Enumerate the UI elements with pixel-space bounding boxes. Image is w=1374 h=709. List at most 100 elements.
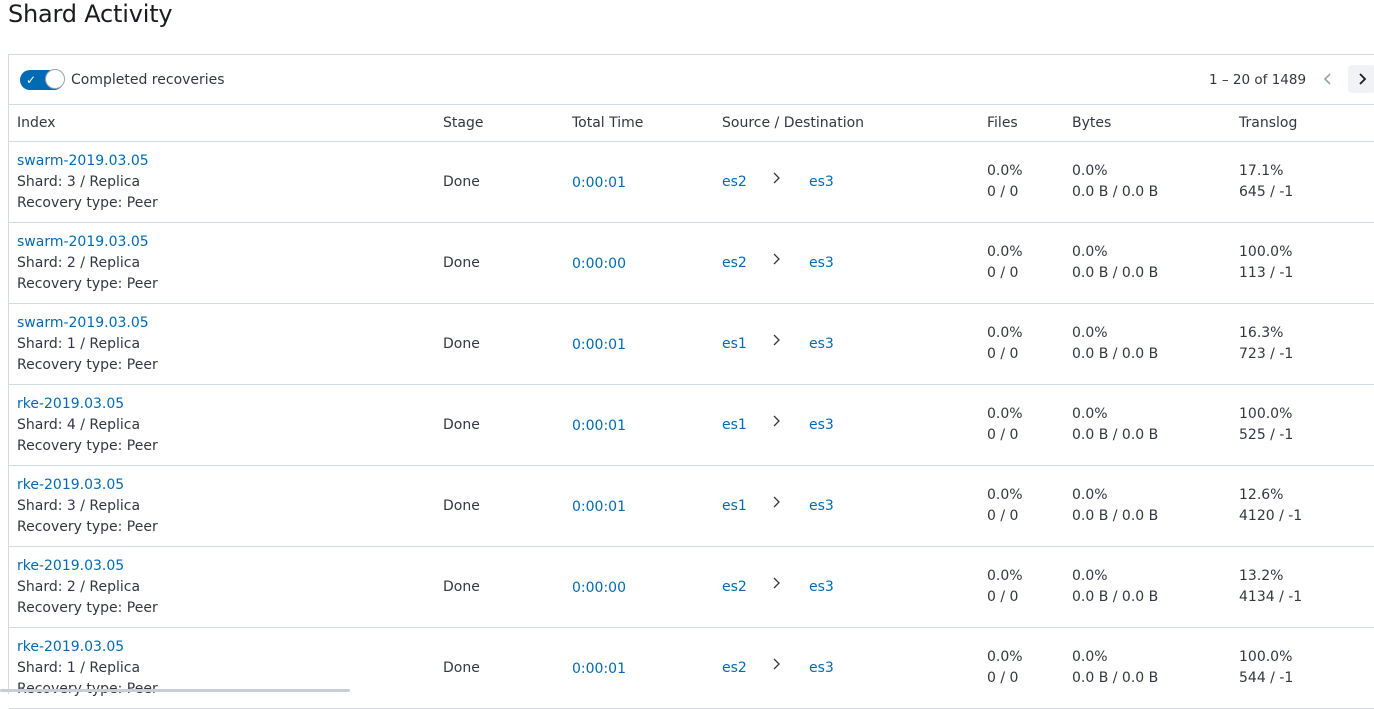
files-percent: 0.0%: [987, 649, 1023, 665]
shard-info: Shard: 1 / Replica: [17, 660, 141, 676]
translog-ops: 525 / -1: [1239, 427, 1294, 443]
bytes-size: 0.0 B / 0.0 B: [1072, 589, 1159, 605]
table-row: swarm-2019.03.05 Shard: 2 / Replica Reco…: [9, 223, 1374, 304]
arrow-right-icon: [772, 170, 782, 193]
translog-percent: 100.0%: [1239, 406, 1293, 422]
files-percent: 0.0%: [987, 487, 1023, 503]
table-row: swarm-2019.03.05 Shard: 3 / Replica Reco…: [9, 142, 1374, 223]
shard-info: Shard: 2 / Replica: [17, 255, 141, 271]
translog-ops: 723 / -1: [1239, 346, 1294, 362]
arrow-right-icon: [772, 656, 782, 679]
destination-node-link[interactable]: es3: [809, 577, 834, 598]
recovery-type: Recovery type: Peer: [17, 519, 158, 535]
files-cell: 0.0% 0 / 0: [987, 404, 1023, 446]
pagination-count: 1 – 20 of 1489: [1209, 72, 1307, 88]
index-link[interactable]: rke-2019.03.05: [17, 394, 158, 415]
column-header-source-destination[interactable]: Source / Destination: [722, 114, 864, 132]
index-link[interactable]: rke-2019.03.05: [17, 475, 158, 496]
total-time-link[interactable]: 0:00:01: [572, 173, 626, 194]
column-header-translog[interactable]: Translog: [1239, 114, 1297, 132]
index-link[interactable]: swarm-2019.03.05: [17, 151, 158, 172]
destination-node-link[interactable]: es3: [809, 415, 834, 436]
destination-node-link[interactable]: es3: [809, 172, 834, 193]
column-header-files[interactable]: Files: [987, 114, 1018, 132]
bytes-percent: 0.0%: [1072, 487, 1108, 503]
bytes-size: 0.0 B / 0.0 B: [1072, 184, 1159, 200]
column-header-index[interactable]: Index: [17, 114, 56, 132]
shard-info: Shard: 3 / Replica: [17, 174, 141, 190]
translog-ops: 544 / -1: [1239, 670, 1294, 686]
files-percent: 0.0%: [987, 406, 1023, 422]
next-page-button[interactable]: [1348, 65, 1374, 93]
arrow-right-icon: [772, 332, 782, 355]
translog-cell: 16.3% 723 / -1: [1239, 323, 1293, 365]
bytes-percent: 0.0%: [1072, 406, 1108, 422]
translog-percent: 16.3%: [1239, 325, 1284, 341]
source-node-link[interactable]: es1: [722, 496, 747, 517]
previous-page-button[interactable]: [1314, 65, 1342, 93]
translog-percent: 100.0%: [1239, 244, 1293, 260]
destination-node-link[interactable]: es3: [809, 658, 834, 679]
source-node-link[interactable]: es2: [722, 577, 747, 598]
files-count: 0 / 0: [987, 427, 1019, 443]
index-cell: rke-2019.03.05 Shard: 2 / Replica Recove…: [17, 556, 158, 619]
index-cell: swarm-2019.03.05 Shard: 3 / Replica Reco…: [17, 151, 158, 214]
total-time-link[interactable]: 0:00:00: [572, 254, 626, 275]
bytes-cell: 0.0% 0.0 B / 0.0 B: [1072, 566, 1158, 608]
total-time-link[interactable]: 0:00:00: [572, 578, 626, 599]
column-header-bytes[interactable]: Bytes: [1072, 114, 1111, 132]
switch-label[interactable]: Completed recoveries: [71, 71, 225, 89]
source-node-link[interactable]: es1: [722, 334, 747, 355]
total-time-link[interactable]: 0:00:01: [572, 335, 626, 356]
chevron-right-icon: [1359, 73, 1367, 85]
files-count: 0 / 0: [987, 670, 1019, 686]
source-node-link[interactable]: es2: [722, 253, 747, 274]
check-icon: ✓: [26, 73, 37, 87]
source-node-link[interactable]: es2: [722, 172, 747, 193]
translog-percent: 12.6%: [1239, 487, 1284, 503]
total-time-link[interactable]: 0:00:01: [572, 497, 626, 518]
bytes-percent: 0.0%: [1072, 649, 1108, 665]
files-count: 0 / 0: [987, 346, 1019, 362]
files-cell: 0.0% 0 / 0: [987, 161, 1023, 203]
table-row: rke-2019.03.05 Shard: 4 / Replica Recove…: [9, 385, 1374, 466]
translog-ops: 645 / -1: [1239, 184, 1294, 200]
destination-node-link[interactable]: es3: [809, 334, 834, 355]
column-header-stage[interactable]: Stage: [443, 114, 483, 132]
index-link[interactable]: rke-2019.03.05: [17, 556, 158, 577]
index-link[interactable]: swarm-2019.03.05: [17, 313, 158, 334]
bytes-cell: 0.0% 0.0 B / 0.0 B: [1072, 161, 1158, 203]
bytes-size: 0.0 B / 0.0 B: [1072, 346, 1159, 362]
bytes-size: 0.0 B / 0.0 B: [1072, 670, 1159, 686]
files-cell: 0.0% 0 / 0: [987, 242, 1023, 284]
table-header: Index Stage Total Time Source / Destinat…: [9, 104, 1374, 142]
completed-recoveries-switch[interactable]: ✓: [20, 69, 65, 90]
shard-info: Shard: 4 / Replica: [17, 417, 141, 433]
destination-node-link[interactable]: es3: [809, 253, 834, 274]
translog-percent: 17.1%: [1239, 163, 1284, 179]
source-node-link[interactable]: es2: [722, 658, 747, 679]
files-count: 0 / 0: [987, 508, 1019, 524]
bytes-size: 0.0 B / 0.0 B: [1072, 508, 1159, 524]
page-title: Shard Activity: [8, 0, 173, 28]
chevron-left-icon: [1323, 73, 1331, 85]
shard-info: Shard: 2 / Replica: [17, 579, 141, 595]
total-time-link[interactable]: 0:00:01: [572, 659, 626, 680]
recovery-type: Recovery type: Peer: [17, 357, 158, 373]
index-link[interactable]: swarm-2019.03.05: [17, 232, 158, 253]
index-cell: swarm-2019.03.05 Shard: 1 / Replica Reco…: [17, 313, 158, 376]
files-percent: 0.0%: [987, 325, 1023, 341]
files-count: 0 / 0: [987, 184, 1019, 200]
source-node-link[interactable]: es1: [722, 415, 747, 436]
files-count: 0 / 0: [987, 265, 1019, 281]
translog-cell: 12.6% 4120 / -1: [1239, 485, 1302, 527]
translog-cell: 100.0% 544 / -1: [1239, 647, 1293, 689]
recovery-type: Recovery type: Peer: [17, 438, 158, 454]
destination-node-link[interactable]: es3: [809, 496, 834, 517]
index-link[interactable]: rke-2019.03.05: [17, 637, 158, 658]
translog-percent: 13.2%: [1239, 568, 1284, 584]
total-time-link[interactable]: 0:00:01: [572, 416, 626, 437]
column-header-total-time[interactable]: Total Time: [572, 114, 643, 132]
bytes-cell: 0.0% 0.0 B / 0.0 B: [1072, 485, 1158, 527]
arrow-right-icon: [772, 494, 782, 517]
